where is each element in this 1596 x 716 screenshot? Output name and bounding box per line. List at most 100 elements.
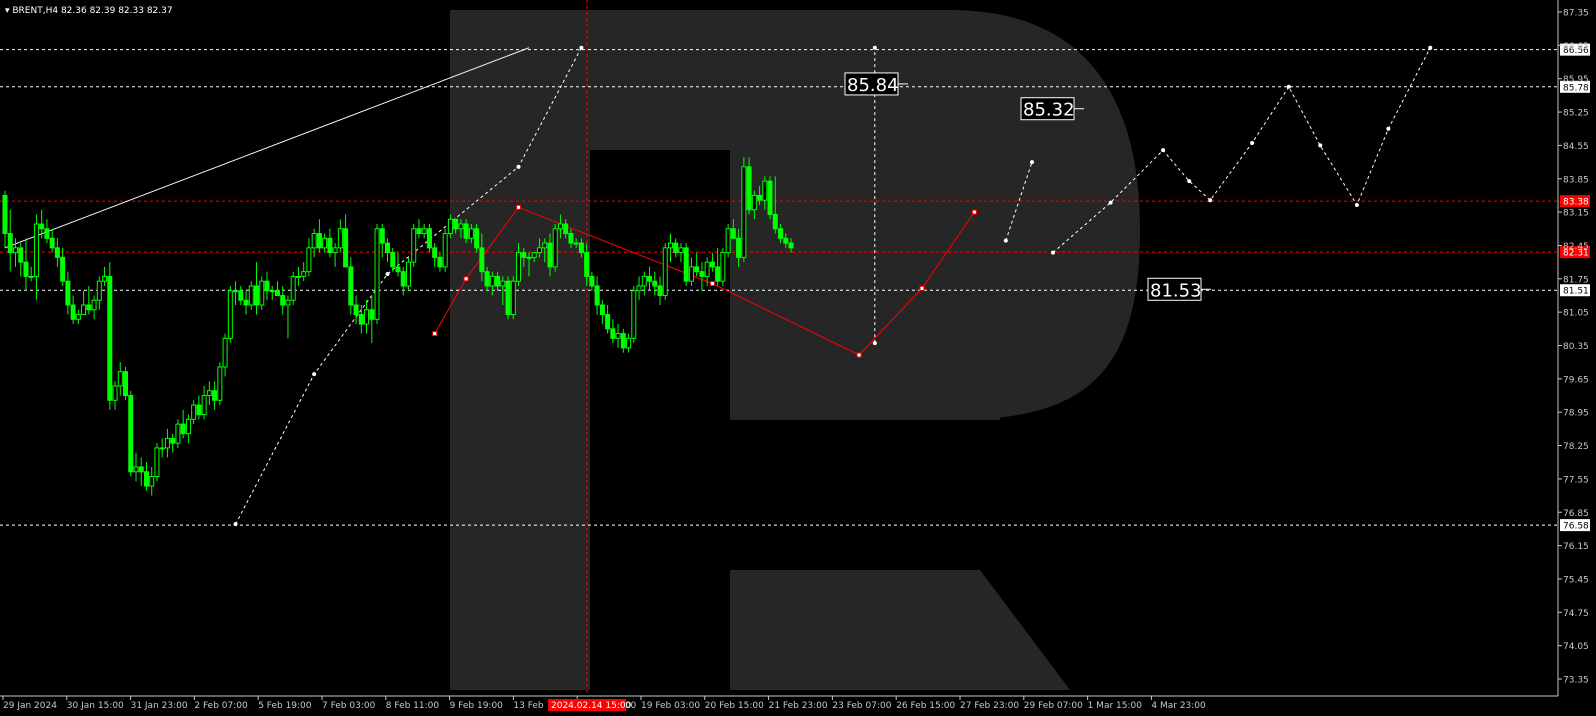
bull-candle [185,418,191,435]
bull-candle [468,228,474,239]
bull-candle [217,366,223,401]
bull-candle [201,395,207,416]
time-tick-label: 7 Feb 03:00 [322,701,376,711]
price-chart[interactable]: 86.5685.7883.3882.3181.5176.58 87.3586.6… [0,0,1596,716]
forecast-point-2-1 [1030,160,1035,165]
bull-candle [290,275,296,301]
bull-candle [364,309,370,325]
bear-candle [589,275,595,287]
bull-candle [222,337,228,368]
zigzag-point-6 [971,209,977,215]
bear-candle [699,271,705,277]
price-tick-label: 78.95 [1563,409,1589,419]
bull-candle [28,275,34,278]
bear-candle [746,166,752,211]
bear-candle [60,256,66,282]
forecast-point-0-4 [579,45,584,50]
bear-candle [694,266,700,273]
bear-candle [416,228,422,235]
time-tick-label: 19 Feb 03:00 [641,701,700,711]
bear-candle [343,228,349,268]
bear-candle [23,261,29,277]
bull-candle [489,275,495,287]
price-tick-label: 74.05 [1563,642,1589,652]
bear-candle [432,247,438,258]
price-tick-label: 76.85 [1563,509,1589,519]
forecast-point-1-1 [872,45,877,50]
crosshair-time-label: 2024.02.14 15:00 [551,701,632,711]
bear-candle [463,223,469,239]
bull-candle [720,252,726,282]
bull-candle [117,371,123,387]
bear-candle [123,371,129,397]
bull-candle [206,390,212,397]
time-tick-label: 2 Feb 07:00 [194,701,248,711]
bear-candle [70,304,76,320]
price-tick-label: 85.25 [1563,109,1589,119]
time-tick-label: 27 Feb 23:00 [960,701,1019,711]
bear-candle [568,233,574,244]
bull-candle [337,228,343,249]
price-tick-label: 82.45 [1563,242,1589,252]
bear-candle [657,285,663,296]
bull-candle [311,233,317,249]
bull-candle [636,285,642,292]
price-tick-label: 78.25 [1563,442,1589,452]
bear-candle [39,223,45,230]
bear-candle [757,194,763,201]
forecast-point-3-4 [1208,198,1213,203]
bear-candle [673,242,679,254]
bear-candle [395,266,401,273]
bear-candle [547,242,553,268]
price-tick-label: 87.35 [1563,9,1589,19]
price-tick-label: 84.55 [1563,142,1589,152]
bear-candle [610,328,616,339]
bear-candle [385,242,391,254]
bull-candle [725,228,731,254]
bull-candle [96,280,102,301]
price-tick-label: 80.35 [1563,342,1589,352]
bear-candle [180,423,186,435]
bull-candle [159,447,165,450]
bear-candle [390,252,396,268]
bull-candle [552,228,558,268]
bear-candle [369,309,375,320]
bull-candle [688,266,694,282]
bull-candle [269,290,275,293]
bull-candle [175,423,181,444]
bull-candle [542,242,548,249]
bear-candle [599,304,605,316]
bear-candle [652,280,658,287]
time-tick-label: 30 Jan 15:00 [67,701,124,711]
forecast-point-2-0 [1003,238,1008,243]
bear-candle [479,247,485,273]
bull-candle [442,233,448,268]
bear-candle [484,271,490,287]
bear-candle [620,333,626,349]
bear-candle [563,223,569,235]
bear-candle [86,304,92,311]
price-tick-label: 75.45 [1563,575,1589,585]
bear-candle [264,280,270,292]
bull-candle [33,223,39,277]
bull-candle [615,333,621,339]
bull-candle [510,280,516,316]
bear-candle [170,437,176,444]
zigzag-point-5 [919,285,925,291]
bear-candle [730,228,736,239]
bull-candle [295,275,301,278]
forecast-point-3-5 [1250,141,1255,146]
bull-candle [704,261,710,277]
price-tick-label: 77.55 [1563,475,1589,485]
bear-candle [783,237,789,244]
bear-candle [400,271,406,287]
bear-candle [18,247,24,263]
bull-candle [526,256,532,259]
bear-candle [474,228,480,249]
bull-candle [741,166,747,258]
bull-candle [322,237,328,249]
time-tick-label: 21 Feb 23:00 [769,701,828,711]
bull-candle [557,223,563,230]
time-tick-label: 29 Feb 07:00 [1024,701,1083,711]
time-tick-label: 5 Feb 19:00 [258,701,312,711]
